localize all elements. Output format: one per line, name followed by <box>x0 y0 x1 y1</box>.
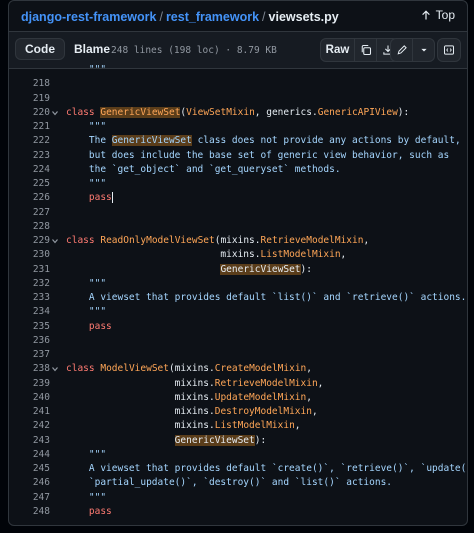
code-text: the `get_object` and `get_queryset` meth… <box>66 163 341 175</box>
line-number[interactable]: 230 <box>26 248 50 262</box>
breadcrumb: django-rest-framework / rest_framework / vie… <box>21 10 339 24</box>
code-text: `partial_update()`, `destroy()` and `lis… <box>66 477 393 489</box>
symbols-panel-button[interactable] <box>437 38 461 62</box>
line-number[interactable]: 242 <box>26 419 50 433</box>
code-view: """ 218 219 220 class GenericViewSet(ViewSet… <box>9 64 468 525</box>
symbols-icon <box>444 45 454 55</box>
line-number[interactable]: 240 <box>26 391 50 405</box>
edit-options-dropdown[interactable] <box>413 39 434 61</box>
code-text: pass <box>88 320 112 332</box>
breadcrumb-repo-link[interactable]: django-rest-framework <box>21 10 156 24</box>
edit-actions-group <box>390 38 435 62</box>
code-text: mixins.ListModelMixin, <box>66 249 347 261</box>
file-info: 248 lines (198 loc) · 8.79 KB <box>111 45 277 56</box>
code-text: pass <box>88 505 112 517</box>
code-text: GenericViewSet): <box>174 434 267 446</box>
line-number[interactable]: 238 <box>26 362 50 376</box>
line-number[interactable]: 239 <box>26 377 50 391</box>
line-number[interactable]: 226 <box>26 191 50 205</box>
line-number[interactable]: 231 <box>26 263 50 277</box>
line-number[interactable]: 234 <box>26 305 50 319</box>
code-text: class ModelViewSet(mixins.CreateModelMix… <box>66 363 312 375</box>
copy-icon <box>361 44 371 56</box>
code-text: """ <box>88 491 107 503</box>
line-number[interactable]: 220 <box>26 106 50 120</box>
code-text: The GenericViewSet class does not provid… <box>66 135 461 147</box>
line-number[interactable]: 248 <box>26 505 50 519</box>
code-text: A viewset that provides default `create(… <box>66 463 468 474</box>
edit-file-button[interactable] <box>391 39 413 61</box>
code-text: mixins.ListModelMixin, <box>66 420 301 432</box>
line-number[interactable]: 223 <box>26 149 50 163</box>
back-to-top-button[interactable]: Top <box>420 8 455 22</box>
breadcrumb-separator: / <box>159 10 163 24</box>
raw-actions-group: Raw <box>320 38 399 62</box>
arrow-up-icon <box>421 10 430 20</box>
line-number[interactable]: 246 <box>26 476 50 490</box>
line-number[interactable]: 221 <box>26 120 50 134</box>
fold-chevron-icon[interactable] <box>50 106 60 120</box>
code-text: """ <box>88 178 107 189</box>
code-text: pass <box>88 192 113 204</box>
line-number[interactable]: 247 <box>26 491 50 505</box>
breadcrumb-folder-link[interactable]: rest_framework <box>166 10 259 24</box>
code-text: """ <box>88 448 107 460</box>
line-number[interactable]: 228 <box>26 220 50 234</box>
code-text: mixins.RetrieveModelMixin, <box>66 377 324 389</box>
tab-code[interactable]: Code <box>15 38 65 60</box>
line-number[interactable]: 218 <box>26 77 50 91</box>
line-number[interactable]: 236 <box>26 334 50 348</box>
code-text: """ <box>88 306 107 318</box>
line-number[interactable]: 235 <box>26 320 50 334</box>
line-number[interactable]: 227 <box>26 206 50 220</box>
top-label: Top <box>435 8 455 22</box>
fold-chevron-icon[interactable] <box>50 362 60 376</box>
code-text: GenericViewSet): <box>220 263 312 275</box>
line-number[interactable]: 222 <box>26 134 50 148</box>
line-number[interactable]: 233 <box>26 291 50 305</box>
code-text: mixins.UpdateModelMixin, <box>66 391 312 403</box>
pencil-icon <box>397 45 407 55</box>
code-text: but does include the base set of generic… <box>66 149 450 161</box>
line-number[interactable]: 232 <box>26 277 50 291</box>
copy-raw-button[interactable] <box>355 39 377 61</box>
text-cursor <box>111 192 113 204</box>
view-mode-toggle: Code Blame <box>15 38 119 60</box>
line-number[interactable]: 244 <box>26 448 50 462</box>
breadcrumb-separator: / <box>262 10 266 24</box>
code-text: class GenericViewSet(ViewSetMixin, gener… <box>66 106 410 118</box>
code-text: class ReadOnlyModelViewSet(mixins.Retrie… <box>66 235 370 246</box>
fold-chevron-icon[interactable] <box>50 234 60 248</box>
chevron-down-icon <box>420 48 427 52</box>
code-text: """ <box>88 64 107 75</box>
line-number[interactable]: 219 <box>26 92 50 106</box>
line-number[interactable]: 225 <box>26 177 50 191</box>
line-number[interactable]: 229 <box>26 234 50 248</box>
line-number[interactable]: 224 <box>26 163 50 177</box>
line-number[interactable]: 241 <box>26 405 50 419</box>
line-number[interactable]: 243 <box>26 434 50 448</box>
code-text: A viewset that provides default `list()`… <box>66 292 467 303</box>
code-text: mixins.DestroyModelMixin, <box>66 406 318 417</box>
breadcrumb-file-name: viewsets.py <box>268 10 339 24</box>
code-text: """ <box>88 121 107 132</box>
code-text: """ <box>88 277 107 289</box>
raw-button[interactable]: Raw <box>321 39 355 61</box>
line-number[interactable]: 245 <box>26 462 50 476</box>
file-viewer: django-rest-framework / rest_framework / vie… <box>8 0 468 526</box>
line-number[interactable]: 237 <box>26 348 50 362</box>
